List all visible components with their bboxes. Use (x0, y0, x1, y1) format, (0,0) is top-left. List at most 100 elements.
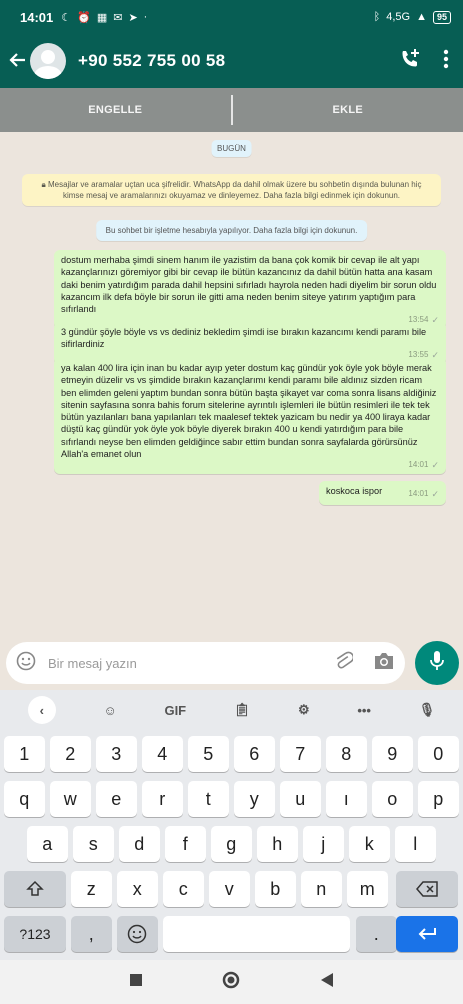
key-0[interactable]: 0 (418, 736, 459, 772)
message-text: ya kalan 400 lira için inan bu kadar ayı… (61, 363, 437, 460)
shift-key[interactable] (4, 871, 66, 907)
key-b[interactable]: b (255, 871, 296, 907)
keyboard: ‹ ☺︎ GIF 📋︎ ⚙ ••• 🎙︎ 1234567890 qwertyuıo… (0, 690, 463, 960)
add-call-icon[interactable] (399, 48, 421, 75)
emoji-key[interactable] (117, 916, 158, 952)
key-s[interactable]: s (73, 826, 114, 862)
status-bar: 14:01 ☾ ⏰ ▦ ✉ ➤ · ᛒ 4,5G ▲ 95 (0, 0, 463, 34)
key-9[interactable]: 9 (372, 736, 413, 772)
enter-key[interactable] (396, 916, 458, 952)
key-t[interactable]: t (188, 781, 229, 817)
back-icon[interactable] (320, 972, 333, 992)
lock-icon: 🔒︎ (41, 180, 46, 189)
message-placeholder: Bir mesaj yazın (48, 655, 137, 671)
mic-button[interactable] (415, 641, 459, 685)
signal-icon: ▲ (416, 11, 427, 23)
more-options-icon[interactable] (443, 49, 449, 74)
settings-icon[interactable]: ⚙ (298, 702, 310, 718)
period-key[interactable]: . (356, 916, 397, 952)
emoji-icon[interactable] (16, 651, 36, 676)
message-bubble[interactable]: koskoca ispor 14:01 ✓ (319, 481, 446, 506)
more-icon[interactable]: ••• (357, 703, 371, 718)
key-e[interactable]: e (96, 781, 137, 817)
key-f[interactable]: f (165, 826, 206, 862)
composer-bar: Bir mesaj yazın (0, 638, 463, 690)
keyboard-toolbar: ‹ ☺︎ GIF 📋︎ ⚙ ••• 🎙︎ (0, 690, 463, 730)
key-6[interactable]: 6 (234, 736, 275, 772)
message-time: 14:01 (408, 460, 429, 470)
chevron-left-icon[interactable]: ‹ (27, 696, 56, 724)
message-time: 14:01 (408, 489, 429, 498)
comma-key[interactable]: , (71, 916, 112, 952)
business-notice[interactable]: Bu sohbet bir işletme hesabıyla yapılıyo… (95, 220, 368, 241)
key-n[interactable]: n (301, 871, 342, 907)
message-text: 3 gündür şöyle böyle vs vs dediniz bekle… (61, 327, 427, 350)
message-text: koskoca ispor (326, 486, 383, 496)
key-u[interactable]: u (280, 781, 321, 817)
sent-check-icon: ✓ (431, 460, 439, 471)
sticker-icon[interactable]: ☺︎ (104, 703, 117, 718)
key-q[interactable]: q (4, 781, 45, 817)
message-bubble[interactable]: dostum merhaba şimdi sinem hanım ile yaz… (54, 250, 446, 330)
attach-icon[interactable] (335, 650, 355, 677)
key-h[interactable]: h (257, 826, 298, 862)
app-icon: ▦ (96, 11, 108, 24)
avatar[interactable] (30, 43, 66, 79)
message-input[interactable]: Bir mesaj yazın (6, 642, 405, 684)
chat-area[interactable]: BUGÜN 🔒︎ Mesajlar ve aramalar uçtan uca … (0, 132, 463, 638)
key-2[interactable]: 2 (50, 736, 91, 772)
key-4[interactable]: 4 (142, 736, 183, 772)
moon-icon: ☾ (61, 11, 72, 24)
action-strip: ENGELLE EKLE (0, 88, 463, 132)
space-key[interactable] (163, 916, 350, 952)
camera-icon[interactable] (373, 652, 395, 675)
chat-header: +90 552 755 00 58 (0, 34, 463, 88)
clipboard-icon[interactable]: 📋︎ (234, 702, 251, 718)
add-contact-button[interactable]: EKLE (233, 104, 463, 116)
network-label: 4,5G (386, 11, 411, 23)
key-d[interactable]: d (119, 826, 160, 862)
dot-icon: · (143, 11, 148, 23)
status-time: 14:01 (20, 9, 54, 25)
contact-title[interactable]: +90 552 755 00 58 (78, 51, 225, 71)
backspace-key[interactable] (396, 871, 458, 907)
key-8[interactable]: 8 (326, 736, 367, 772)
key-a[interactable]: a (27, 826, 68, 862)
encryption-notice[interactable]: 🔒︎ Mesajlar ve aramalar uçtan uca şifrel… (22, 174, 441, 206)
alarm-icon: ⏰ (77, 11, 91, 24)
key-ı[interactable]: ı (326, 781, 367, 817)
system-nav-bar (0, 960, 463, 1004)
key-c[interactable]: c (163, 871, 204, 907)
key-r[interactable]: r (142, 781, 183, 817)
message-text: dostum merhaba şimdi sinem hanım ile yaz… (61, 255, 437, 315)
key-7[interactable]: 7 (280, 736, 321, 772)
battery-indicator: 95 (432, 10, 451, 24)
key-3[interactable]: 3 (96, 736, 137, 772)
bluetooth-icon: ᛒ (373, 11, 381, 23)
key-o[interactable]: o (372, 781, 413, 817)
key-l[interactable]: l (395, 826, 436, 862)
key-5[interactable]: 5 (188, 736, 229, 772)
key-y[interactable]: y (234, 781, 275, 817)
key-p[interactable]: p (418, 781, 459, 817)
block-button[interactable]: ENGELLE (0, 104, 231, 116)
home-icon[interactable] (222, 971, 240, 994)
key-g[interactable]: g (211, 826, 252, 862)
key-m[interactable]: m (347, 871, 388, 907)
gmail-icon: ✉ (113, 11, 123, 24)
recent-apps-icon[interactable] (130, 973, 143, 991)
message-bubble[interactable]: ya kalan 400 lira için inan bu kadar ayı… (54, 358, 446, 475)
key-z[interactable]: z (71, 871, 112, 907)
back-arrow-icon[interactable] (0, 48, 30, 74)
symbols-key[interactable]: ?123 (4, 916, 66, 952)
key-j[interactable]: j (303, 826, 344, 862)
key-v[interactable]: v (209, 871, 250, 907)
key-x[interactable]: x (117, 871, 158, 907)
key-1[interactable]: 1 (4, 736, 45, 772)
voice-input-icon[interactable]: 🎙︎ (419, 702, 436, 718)
key-w[interactable]: w (50, 781, 91, 817)
date-chip: BUGÜN (211, 140, 252, 157)
encryption-notice-text: Mesajlar ve aramalar uçtan uca şifrelidi… (47, 180, 422, 200)
gif-button[interactable]: GIF (164, 703, 186, 718)
key-k[interactable]: k (349, 826, 390, 862)
